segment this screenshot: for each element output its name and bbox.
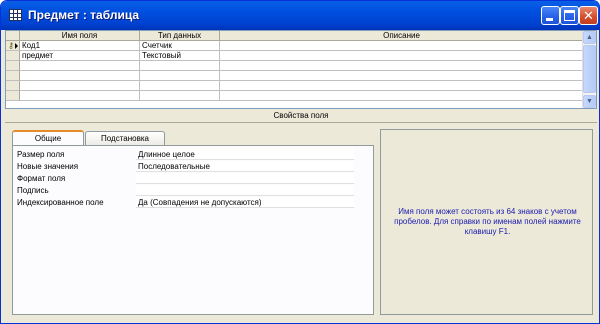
close-icon: ✕	[583, 8, 594, 23]
row-selector[interactable]	[6, 71, 20, 81]
table-row	[6, 91, 584, 101]
data-type-cell[interactable]: Счетчик	[140, 41, 220, 51]
description-cell[interactable]	[220, 51, 584, 61]
field-properties-pane: Общие Подстановка Размер поля Длинное це…	[5, 122, 597, 319]
description-cell[interactable]	[220, 81, 584, 91]
table-row: предмет Текстовый	[6, 51, 584, 61]
table-icon[interactable]	[9, 9, 22, 21]
tab-lookup[interactable]: Подстановка	[85, 131, 165, 145]
scroll-up-button[interactable]: ▲	[583, 31, 596, 44]
column-header-description[interactable]: Описание	[220, 31, 584, 41]
general-properties-panel: Размер поля Длинное целое Новые значения…	[12, 145, 374, 315]
chevron-up-icon: ▲	[586, 34, 593, 41]
table-row	[6, 71, 584, 81]
close-button[interactable]: ✕	[579, 6, 598, 25]
field-properties-header: Свойства поля	[5, 109, 597, 122]
minimize-button[interactable]	[541, 6, 560, 25]
property-label: Формат поля	[17, 174, 66, 183]
description-cell[interactable]	[220, 71, 584, 81]
row-selector[interactable]: ⚷	[6, 41, 20, 51]
maximize-button[interactable]	[560, 6, 579, 25]
field-name-cell[interactable]	[20, 91, 140, 101]
header-selector[interactable]	[6, 31, 20, 41]
field-grid: Имя поля Тип данных Описание ⚷ Код1 Счет…	[5, 30, 597, 109]
description-cell[interactable]	[220, 91, 584, 101]
property-label: Новые значения	[17, 162, 79, 171]
row-selector[interactable]	[6, 51, 20, 61]
property-label: Подпись	[17, 186, 49, 195]
property-row-indexed: Индексированное поле Да (Совпадения не д…	[17, 197, 371, 209]
property-value-caption[interactable]	[136, 185, 354, 196]
description-cell[interactable]	[220, 41, 584, 51]
property-value-indexed[interactable]: Да (Совпадения не допускаются)	[136, 197, 354, 208]
minimize-icon	[546, 18, 553, 21]
chevron-down-icon: ▼	[586, 98, 593, 105]
maximize-icon	[564, 10, 575, 21]
window-title: Предмет : таблица	[28, 8, 140, 22]
tab-general[interactable]: Общие	[12, 130, 84, 145]
data-type-cell[interactable]	[140, 61, 220, 71]
property-row-field-size: Размер поля Длинное целое	[17, 149, 371, 161]
field-name-cell[interactable]	[20, 81, 140, 91]
grid-header: Имя поля Тип данных Описание	[6, 31, 584, 41]
property-value-format[interactable]	[136, 173, 354, 184]
field-name-cell[interactable]	[20, 61, 140, 71]
table-row	[6, 61, 584, 71]
field-name-cell[interactable]	[20, 71, 140, 81]
help-text: Имя поля может состоять из 64 знаков с у…	[394, 207, 581, 236]
field-name-cell[interactable]: Код1	[20, 41, 140, 51]
table-design-window: Предмет : таблица ✕ Имя поля Тип данных …	[0, 0, 600, 324]
data-type-cell[interactable]: Текстовый	[140, 51, 220, 61]
data-type-cell[interactable]	[140, 81, 220, 91]
row-selector-arrow-icon	[15, 43, 18, 49]
vertical-scrollbar[interactable]: ▲ ▼	[582, 31, 596, 108]
help-panel: Имя поля может состоять из 64 знаков с у…	[380, 129, 593, 315]
row-selector[interactable]	[6, 61, 20, 71]
table-row	[6, 81, 584, 91]
property-row-format: Формат поля	[17, 173, 371, 185]
property-label: Индексированное поле	[17, 198, 104, 207]
field-name-cell[interactable]: предмет	[20, 51, 140, 61]
description-cell[interactable]	[220, 61, 584, 71]
property-row-new-values: Новые значения Последовательные	[17, 161, 371, 173]
row-selector[interactable]	[6, 91, 20, 101]
row-selector[interactable]	[6, 81, 20, 91]
data-type-cell[interactable]	[140, 71, 220, 81]
property-value-new-values[interactable]: Последовательные	[136, 161, 354, 172]
scroll-down-button[interactable]: ▼	[583, 95, 596, 108]
scroll-thumb[interactable]	[583, 45, 596, 93]
column-header-field-name[interactable]: Имя поля	[20, 31, 140, 41]
table-row: ⚷ Код1 Счетчик	[6, 41, 584, 51]
property-row-caption: Подпись	[17, 185, 371, 197]
data-type-cell[interactable]	[140, 91, 220, 101]
property-label: Размер поля	[17, 150, 65, 159]
primary-key-icon: ⚷	[8, 41, 14, 50]
column-header-data-type[interactable]: Тип данных	[140, 31, 220, 41]
title-bar[interactable]: Предмет : таблица ✕	[1, 1, 599, 30]
property-value-field-size[interactable]: Длинное целое	[136, 149, 354, 160]
